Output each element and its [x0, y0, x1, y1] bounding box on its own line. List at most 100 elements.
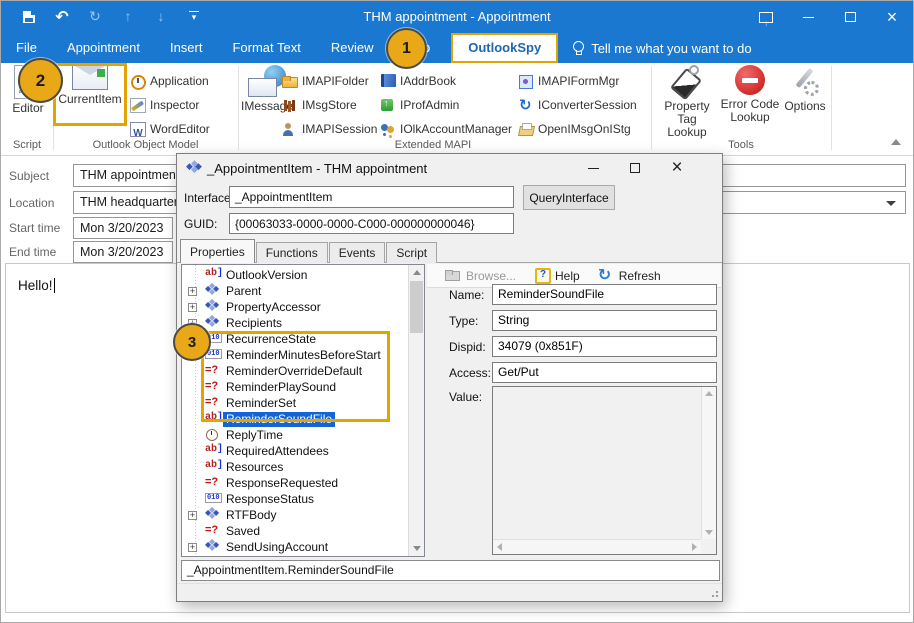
start-time-field[interactable]: Mon 3/20/2023	[73, 217, 173, 239]
ribbon-tab-insert[interactable]: Insert	[155, 33, 218, 63]
value-horizontal-scrollbar[interactable]	[493, 539, 701, 554]
tree-item-outlookversion[interactable]: OutlookVersion	[182, 267, 424, 283]
ribbon-tab-format-text[interactable]: Format Text	[217, 33, 315, 63]
tree-item-responsestatus[interactable]: ResponseStatus	[182, 491, 424, 507]
tree-item-reminderset[interactable]: ReminderSet	[182, 395, 424, 411]
tree-item-replytime[interactable]: ReplyTime	[182, 427, 424, 443]
ribbon-button-imapiformmgr[interactable]: IMAPIFormMgr	[518, 71, 619, 91]
value-label: Value:	[449, 390, 482, 404]
name-field[interactable]: ReminderSoundFile	[492, 284, 717, 305]
ribbon-button-options[interactable]: Options	[782, 65, 828, 113]
expand-plus-icon[interactable]: +	[188, 303, 197, 312]
tree-item-label: ReminderOverrideDefault	[223, 364, 365, 379]
maximize-button[interactable]	[829, 1, 871, 33]
tree-item-recurrencestate[interactable]: RecurrenceState	[182, 331, 424, 347]
properties-tree: OutlookVersion+Parent+PropertyAccessor+R…	[181, 264, 425, 557]
imapiformmgr-label: IMAPIFormMgr	[538, 74, 619, 88]
resize-grip[interactable]	[709, 588, 719, 598]
wrench-icon	[789, 65, 821, 97]
ribbon-button-iconvertersession[interactable]: IConverterSession	[518, 95, 637, 115]
tree-item-reminderminutesbeforestart[interactable]: ReminderMinutesBeforeStart	[182, 347, 424, 363]
close-button[interactable]	[871, 1, 913, 33]
interface-field[interactable]: _AppointmentItem	[229, 186, 514, 208]
tree-item-rtfbody[interactable]: + RTFBody	[182, 507, 424, 523]
scroll-down-icon[interactable]	[413, 546, 421, 551]
ribbon-button-property-tag-lookup[interactable]: PropertyTag Lookup	[657, 65, 717, 139]
tab-script[interactable]: Script	[386, 242, 437, 263]
dialog-close-button[interactable]	[656, 154, 698, 182]
expand-plus-icon[interactable]: +	[188, 511, 197, 520]
tree-item-resources[interactable]: Resources	[182, 459, 424, 475]
access-field[interactable]: Get/Put	[492, 362, 717, 383]
ribbon-button-imapifolder[interactable]: IMAPIFolder	[282, 71, 369, 91]
scroll-down-icon[interactable]	[705, 530, 713, 535]
ribbon-button-error-code-lookup[interactable]: Error CodeLookup	[719, 65, 781, 124]
bool-icon	[205, 364, 223, 378]
dialog-title-bar[interactable]: _AppointmentItem - THM appointment	[177, 154, 722, 184]
expand-plus-icon[interactable]: +	[188, 543, 197, 552]
tree-scrollbar[interactable]	[408, 265, 424, 556]
ribbon-button-imapisession[interactable]: IMAPISession	[282, 119, 377, 139]
session-icon	[282, 122, 298, 137]
tree-item-reminderplaysound[interactable]: ReminderPlaySound	[182, 379, 424, 395]
ribbon-button-iolkaccountmanager[interactable]: IOlkAccountManager	[380, 119, 512, 139]
tab-functions[interactable]: Functions	[256, 242, 328, 263]
browse-button[interactable]: Browse...	[445, 268, 516, 283]
tree-item-parent[interactable]: +Parent	[182, 283, 424, 299]
ribbon-button-imsgstore[interactable]: IMsgStore	[282, 95, 357, 115]
query-interface-button[interactable]: QueryInterface	[523, 185, 615, 210]
ribbon-button-inspector[interactable]: Inspector	[130, 95, 199, 115]
dialog-minimize-button[interactable]	[572, 154, 614, 182]
tree-item-recipients[interactable]: +Recipients	[182, 315, 424, 331]
guid-field[interactable]: {00063033-0000-0000-C000-000000000046}	[229, 213, 514, 234]
object-icon	[205, 284, 223, 298]
pencil-icon	[130, 98, 146, 113]
ribbon-tab-review[interactable]: Review	[316, 33, 389, 63]
ribbon-tab-outlookspy[interactable]: OutlookSpy	[451, 33, 558, 63]
scroll-right-icon[interactable]	[692, 543, 697, 551]
tree-item-label: ReminderPlaySound	[223, 380, 339, 395]
tree-item-sendusingaccount[interactable]: +SendUsingAccount	[182, 539, 424, 555]
tree-item-responserequested[interactable]: ResponseRequested	[182, 475, 424, 491]
scroll-up-icon[interactable]	[413, 270, 421, 275]
scroll-left-icon[interactable]	[497, 543, 502, 551]
help-button[interactable]: Help	[534, 268, 580, 283]
tell-me-box[interactable]: Tell me what you want to do	[572, 33, 751, 63]
ribbon-button-iaddrbook[interactable]: IAddrBook	[380, 71, 456, 91]
tree-expander-slot: +	[188, 511, 205, 520]
tab-properties[interactable]: Properties	[180, 239, 255, 263]
tree-item-requiredattendees[interactable]: RequiredAttendees	[182, 443, 424, 459]
tree-item-propertyaccessor[interactable]: +PropertyAccessor	[182, 299, 424, 315]
current-item-button[interactable]: CurrentItem	[57, 65, 123, 106]
ribbon-display-options-button[interactable]	[745, 1, 787, 33]
tree-item-saved[interactable]: Saved	[182, 523, 424, 539]
type-field[interactable]: String	[492, 310, 717, 331]
expand-plus-icon[interactable]: +	[188, 287, 197, 296]
object-icon	[205, 540, 223, 554]
tree-item-sensitivity[interactable]: Sensitivity	[182, 555, 424, 557]
tab-events[interactable]: Events	[329, 242, 386, 263]
ribbon-button-iprofadmin[interactable]: IProfAdmin	[380, 95, 459, 115]
tree-expander-slot: +	[188, 287, 205, 296]
ribbon-button-application[interactable]: Application	[130, 71, 209, 91]
dialog-tabs: PropertiesFunctionsEventsScript	[180, 239, 438, 263]
tree-item-reminderoverridedefault[interactable]: ReminderOverrideDefault	[182, 363, 424, 379]
collapse-ribbon-icon[interactable]	[891, 139, 901, 145]
tree-item-remindersoundfile[interactable]: ReminderSoundFile	[182, 411, 424, 427]
word-icon	[130, 122, 146, 137]
ribbon-tab-appointment[interactable]: Appointment	[52, 33, 155, 63]
value-vertical-scrollbar[interactable]	[701, 387, 716, 539]
end-time-field[interactable]: Mon 3/20/2023	[73, 241, 173, 263]
ribbon-button-openimsgonistg[interactable]: OpenIMsgOnIStg	[518, 119, 631, 139]
ribbon-button-wordeditor[interactable]: WordEditor	[130, 119, 210, 139]
dispid-field[interactable]: 34079 (0x851F)	[492, 336, 717, 357]
tree-item-label: RTFBody	[223, 508, 279, 523]
scroll-thumb[interactable]	[410, 281, 423, 333]
minimize-button[interactable]	[787, 1, 829, 33]
dialog-maximize-button[interactable]	[614, 154, 656, 182]
scroll-up-icon[interactable]	[705, 391, 713, 396]
string-icon	[205, 460, 223, 474]
folder-icon	[282, 74, 298, 89]
refresh-button[interactable]: Refresh	[598, 268, 661, 283]
location-dropdown-icon[interactable]	[886, 201, 896, 206]
